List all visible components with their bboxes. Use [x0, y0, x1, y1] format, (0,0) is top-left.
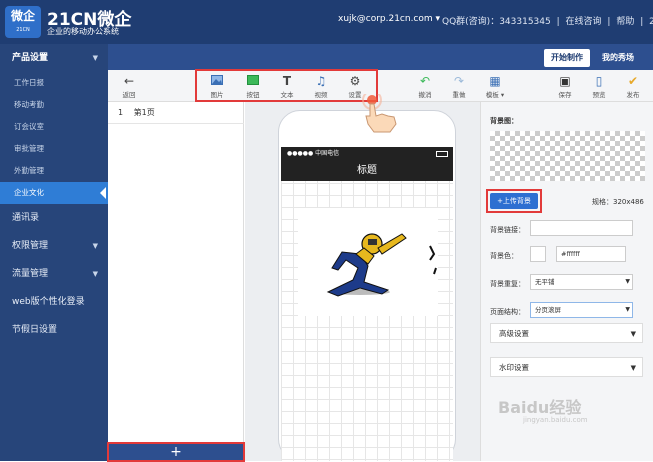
arrow-left-icon: ← [123, 74, 135, 88]
bg-image-label: 背景图： [490, 117, 518, 125]
chevron-down-icon: ▼ [630, 330, 636, 338]
logo-text: 微企 [10, 9, 35, 23]
back-label: 返回 [122, 91, 136, 99]
bg-link-label: 背景链接： [490, 226, 525, 234]
sidebar-item-contacts[interactable]: 通讯录 [0, 204, 108, 232]
page-label: 第1页 [133, 108, 155, 117]
brand-tagline: 企业的移动办公系统 [47, 27, 119, 36]
undo-icon: ↶ [419, 74, 431, 88]
publish-label: 发布 [626, 91, 640, 99]
undo-button[interactable]: ↶ 撤消 [408, 70, 442, 102]
hand-cursor-icon [360, 90, 404, 137]
template-label: 模板 ▾ [485, 91, 505, 99]
page-structure-select[interactable]: 分页滚屏 ▼ [530, 302, 633, 318]
bg-color-swatch[interactable] [530, 246, 546, 262]
bg-color-input[interactable]: #ffffff [556, 246, 626, 262]
save-button[interactable]: ▣ 保存 [548, 70, 582, 102]
phone-icon: ▯ [595, 74, 603, 88]
sidebar-section-product-settings[interactable]: 产品设置 ▼ [0, 44, 108, 72]
online-consult-link[interactable]: 在线咨询 [566, 17, 602, 27]
sidebar-item-label: 流量管理 [12, 269, 49, 279]
watermark-settings-label: 水印设置 [499, 363, 529, 372]
redo-label: 重做 [452, 91, 466, 99]
top-links: QQ群(咨询)：343315345 | 在线咨询 | 帮助 | 21cn [442, 14, 653, 27]
baidu-watermark: Baidu经验 [498, 398, 582, 417]
bg-repeat-label: 背景重复： [490, 280, 525, 288]
add-page-highlight-box [107, 442, 245, 462]
advanced-settings-label: 高级设置 [499, 329, 529, 338]
chevron-down-icon: ▼ [92, 54, 98, 62]
spec-label: 规格：320x486 [592, 198, 644, 206]
sidebar-section-label: 产品设置 [12, 53, 49, 63]
chevron-down-icon: ▼ [92, 270, 98, 278]
sidebar: 产品设置 ▼ 工作日报 移动考勤 订会议室 审批管理 外勤管理 企业文化 通讯录… [0, 44, 108, 461]
page-structure-label: 页面结构： [490, 308, 525, 316]
bg-image-preview [490, 131, 645, 181]
battery-icon [436, 151, 448, 157]
user-account-menu[interactable]: xujk@corp.21cn.com ▾ [338, 14, 440, 24]
active-indicator-icon [100, 187, 106, 199]
chevron-down-icon: ▼ [92, 242, 98, 250]
page-structure-value: 分页滚屏 [535, 306, 561, 314]
sidebar-item-corporate-culture[interactable]: 企业文化 [0, 182, 108, 204]
check-icon: ✔ [627, 74, 639, 88]
phone-title[interactable]: 标题 [281, 161, 453, 181]
21cn-link[interactable]: 21cn [649, 17, 653, 27]
logo-subtext: 21CN [16, 27, 30, 33]
sidebar-item-approval[interactable]: 审批管理 [0, 138, 108, 160]
link-separator: | [640, 17, 644, 27]
redo-button[interactable]: ↷ 重做 [442, 70, 476, 102]
sidebar-item-field-work[interactable]: 外勤管理 [0, 160, 108, 182]
save-icon: ▣ [559, 74, 571, 88]
sidebar-item-web-login[interactable]: web版个性化登录 [0, 288, 108, 316]
publish-button[interactable]: ✔ 发布 [616, 70, 650, 102]
brand-logo[interactable]: 微企 21CN [5, 6, 41, 38]
page-number: 1 [118, 108, 124, 117]
bg-color-label: 背景色： [490, 252, 518, 260]
preview-button[interactable]: ▯ 预览 [582, 70, 616, 102]
sidebar-item-label: 企业文化 [14, 188, 44, 197]
toolbar-highlight-box [195, 69, 378, 102]
upload-highlight-box [486, 189, 542, 213]
page-list: 1 第1页 [108, 102, 244, 461]
sidebar-item-permissions[interactable]: 权限管理 ▼ [0, 232, 108, 260]
sidebar-item-work-report[interactable]: 工作日报 [0, 72, 108, 94]
watermark-settings-accordion[interactable]: 水印设置 ▼ [490, 357, 643, 377]
sidebar-item-traffic[interactable]: 流量管理 ▼ [0, 260, 108, 288]
sidebar-item-meeting-room[interactable]: 订会议室 [0, 116, 108, 138]
chevron-down-icon: ▼ [625, 278, 630, 285]
bg-link-input[interactable] [530, 220, 633, 236]
sidebar-item-label: 权限管理 [12, 241, 49, 251]
advanced-settings-accordion[interactable]: 高级设置 ▼ [490, 323, 643, 343]
baidu-watermark-url: jingyan.baidu.com [523, 416, 588, 424]
grid-icon: ▦ [489, 74, 501, 88]
preview-label: 预览 [592, 91, 606, 99]
back-button[interactable]: ← 返回 [112, 70, 146, 102]
phone-status-bar: ●●●●● 中国电信 [281, 147, 453, 161]
bg-repeat-select[interactable]: 无平铺 ▼ [530, 274, 633, 290]
chevron-down-icon: ▼ [625, 306, 630, 313]
undo-label: 撤消 [418, 91, 432, 99]
link-separator: | [556, 17, 560, 27]
save-label: 保存 [558, 91, 572, 99]
my-showcase-button[interactable]: 我的秀场 [596, 49, 640, 67]
help-link[interactable]: 帮助 [616, 17, 634, 27]
top-header: 微企 21CN 21CN 微企 企业的移动办公系统 xujk@corp.21cn.… [0, 0, 653, 44]
chevron-down-icon: ▼ [630, 364, 636, 372]
sidebar-item-holidays[interactable]: 节假日设置 [0, 316, 108, 344]
link-separator: | [607, 17, 611, 27]
sidebar-item-mobile-attendance[interactable]: 移动考勤 [0, 94, 108, 116]
bg-repeat-value: 无平铺 [535, 278, 555, 286]
character-image[interactable] [298, 208, 438, 316]
template-dropdown[interactable]: ▦ 模板 ▾ [478, 70, 512, 102]
list-item[interactable]: 1 第1页 [108, 102, 244, 124]
redo-icon: ↷ [453, 74, 465, 88]
qq-group-link[interactable]: QQ群(咨询)：343315345 [442, 17, 551, 27]
start-creating-button[interactable]: 开始制作 [544, 49, 590, 67]
